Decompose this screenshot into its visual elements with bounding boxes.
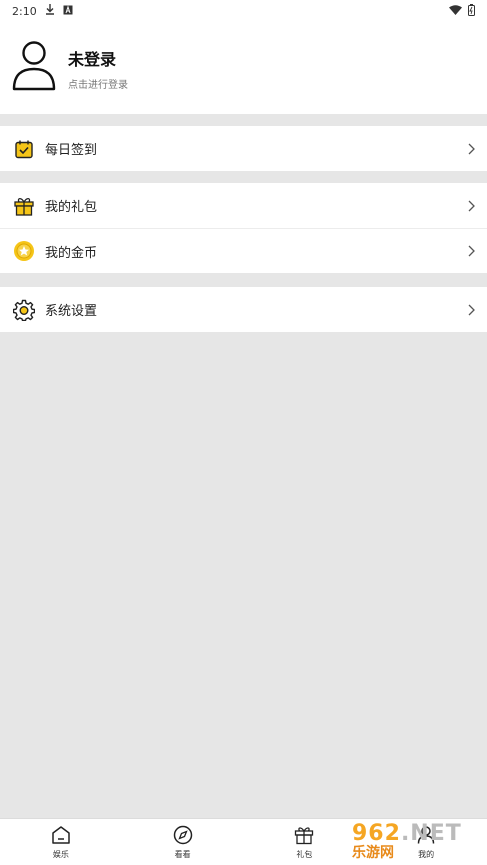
tab-label: 礼包: [296, 849, 313, 859]
chevron-right-icon: [465, 143, 477, 155]
gear-icon: [13, 299, 35, 321]
compass-icon: [173, 825, 193, 847]
site-watermark: 962.NET 乐游网: [348, 818, 487, 865]
chevron-right-icon: [465, 245, 477, 257]
watermark-text: 乐游网: [352, 845, 394, 861]
wifi-icon: [449, 4, 462, 18]
menu-label: 我的金币: [45, 245, 98, 261]
battery-icon: [468, 3, 475, 19]
gift-icon: [294, 825, 314, 847]
menu-item-checkin[interactable]: 每日签到: [0, 126, 487, 171]
a-icon: [63, 4, 73, 18]
status-bar: 2:10: [0, 0, 487, 22]
home-icon: [51, 825, 71, 847]
login-status[interactable]: 未登录: [68, 46, 128, 70]
menu-item-coins[interactable]: 我的金币: [0, 228, 487, 273]
menu-item-gifts[interactable]: 我的礼包: [0, 183, 487, 228]
menu-item-settings[interactable]: 系统设置: [0, 287, 487, 332]
profile-header[interactable]: 未登录 点击进行登录: [0, 22, 487, 114]
chevron-right-icon: [465, 304, 477, 316]
menu-label: 每日签到: [45, 143, 98, 158]
menu-group-checkin: 每日签到: [0, 126, 487, 171]
chevron-right-icon: [465, 200, 477, 212]
login-hint[interactable]: 点击进行登录: [68, 76, 128, 91]
watermark-suffix: .NET: [400, 821, 462, 846]
tab-gifts[interactable]: 礼包: [244, 819, 366, 865]
avatar-icon[interactable]: [12, 41, 56, 95]
tab-label: 看看: [174, 849, 191, 859]
menu-label: 我的礼包: [45, 200, 98, 215]
menu-group-settings: 系统设置: [0, 287, 487, 332]
tab-label: 娱乐: [52, 849, 69, 859]
calendar-check-icon: [13, 138, 35, 160]
tab-look[interactable]: 看看: [122, 819, 244, 865]
menu-group-assets: 我的礼包 我的金币: [0, 183, 487, 273]
status-time: 2:10: [12, 4, 37, 18]
tab-entertainment[interactable]: 娱乐: [0, 819, 122, 865]
menu-label: 系统设置: [45, 304, 98, 319]
gift-icon: [13, 195, 35, 217]
coin-icon: [13, 240, 35, 262]
download-icon: [45, 4, 55, 18]
